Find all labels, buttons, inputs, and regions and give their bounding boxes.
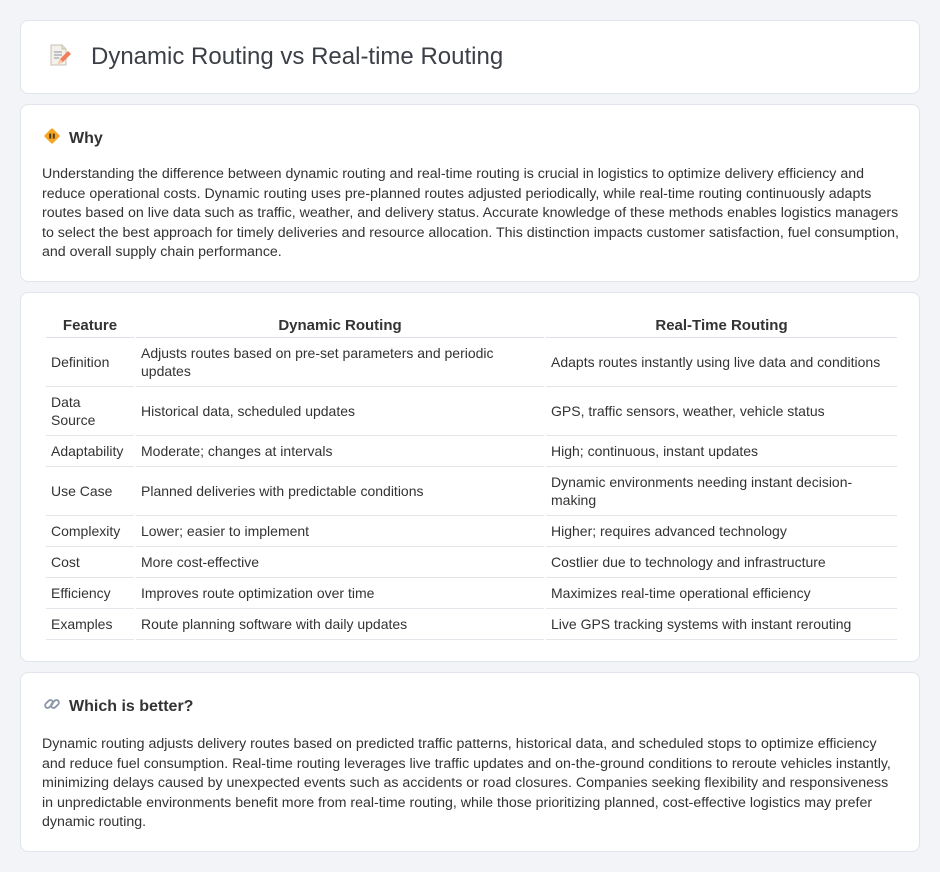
- feature-cell: Adaptability: [46, 436, 134, 467]
- better-card: Which is better? Dynamic routing adjusts…: [20, 672, 920, 852]
- page-title: Dynamic Routing vs Real-time Routing: [91, 43, 504, 70]
- table-row: Efficiency Improves route optimization o…: [46, 578, 897, 609]
- realtime-cell: Maximizes real-time operational efficien…: [546, 578, 897, 609]
- feature-cell: Efficiency: [46, 578, 134, 609]
- diamond-warning-icon: [43, 127, 69, 150]
- table-row: Data Source Historical data, scheduled u…: [46, 387, 897, 436]
- feature-cell: Use Case: [46, 467, 134, 516]
- realtime-cell: Adapts routes instantly using live data …: [546, 338, 897, 387]
- dynamic-cell: More cost-effective: [136, 547, 544, 578]
- link-icon: [43, 695, 69, 718]
- table-row: Examples Route planning software with da…: [46, 609, 897, 640]
- title-card: Dynamic Routing vs Real-time Routing: [20, 20, 920, 94]
- feature-cell: Complexity: [46, 516, 134, 547]
- dynamic-cell: Moderate; changes at intervals: [136, 436, 544, 467]
- dynamic-cell: Improves route optimization over time: [136, 578, 544, 609]
- table-row: Use Case Planned deliveries with predict…: [46, 467, 897, 516]
- realtime-cell: Higher; requires advanced technology: [546, 516, 897, 547]
- header-realtime: Real-Time Routing: [546, 315, 897, 338]
- why-label: Why: [69, 129, 103, 147]
- table-row: Definition Adjusts routes based on pre-s…: [46, 338, 897, 387]
- feature-cell: Examples: [46, 609, 134, 640]
- table-row: Complexity Lower; easier to implement Hi…: [46, 516, 897, 547]
- dynamic-cell: Lower; easier to implement: [136, 516, 544, 547]
- better-text: Dynamic routing adjusts delivery routes …: [42, 736, 891, 830]
- header-dynamic: Dynamic Routing: [136, 315, 544, 338]
- comparison-card: Feature Dynamic Routing Real-Time Routin…: [20, 292, 920, 662]
- realtime-cell: Dynamic environments needing instant dec…: [546, 467, 897, 516]
- feature-cell: Definition: [46, 338, 134, 387]
- why-heading: Why: [43, 127, 103, 150]
- table-header-row: Feature Dynamic Routing Real-Time Routin…: [46, 315, 897, 338]
- realtime-cell: High; continuous, instant updates: [546, 436, 897, 467]
- realtime-cell: Costlier due to technology and infrastru…: [546, 547, 897, 578]
- better-heading: Which is better?: [43, 695, 193, 718]
- memo-pencil-icon: [47, 43, 91, 72]
- dynamic-cell: Historical data, scheduled updates: [136, 387, 544, 436]
- realtime-cell: GPS, traffic sensors, weather, vehicle s…: [546, 387, 897, 436]
- feature-cell: Data Source: [46, 387, 134, 436]
- header-feature: Feature: [46, 315, 134, 338]
- realtime-cell: Live GPS tracking systems with instant r…: [546, 609, 897, 640]
- feature-cell: Cost: [46, 547, 134, 578]
- dynamic-cell: Planned deliveries with predictable cond…: [136, 467, 544, 516]
- table-row: Cost More cost-effective Costlier due to…: [46, 547, 897, 578]
- comparison-table: Feature Dynamic Routing Real-Time Routin…: [44, 315, 899, 640]
- better-label: Which is better?: [69, 697, 194, 715]
- table-row: Adaptability Moderate; changes at interv…: [46, 436, 897, 467]
- dynamic-cell: Adjusts routes based on pre-set paramete…: [136, 338, 544, 387]
- dynamic-cell: Route planning software with daily updat…: [136, 609, 544, 640]
- why-text: Understanding the difference between dyn…: [42, 166, 899, 260]
- why-card: Why Understanding the difference between…: [20, 104, 920, 282]
